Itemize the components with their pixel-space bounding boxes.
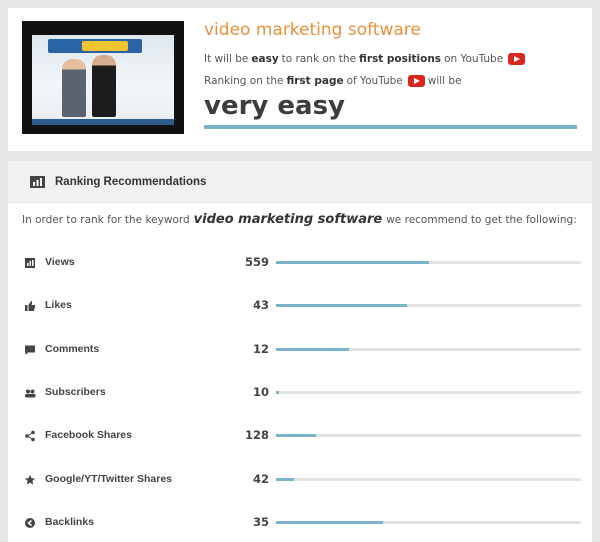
intro-keyword: video marketing software — [193, 212, 383, 227]
metric-progress-fill — [276, 304, 408, 307]
ranking-statement-2: Ranking on the first page of YouTube wil… — [204, 75, 462, 87]
metric-progress-track — [276, 304, 581, 307]
metric-progress-fill — [276, 391, 280, 394]
statement-text: to rank on the — [281, 53, 357, 65]
metric-progress-fill — [276, 348, 350, 351]
star-icon — [24, 474, 36, 485]
metric-progress-fill — [276, 478, 295, 481]
video-sign-accent — [82, 41, 128, 51]
metric-label: Facebook Shares — [45, 429, 132, 441]
thumbs-up-icon — [25, 301, 36, 311]
ranking-title: Ranking Recommendations — [55, 175, 207, 188]
metric-views: Views 559 — [22, 255, 588, 271]
metric-progress-fill — [276, 521, 383, 524]
metric-value: 35 — [252, 515, 269, 529]
intro-text: we recommend to get the following: — [386, 214, 577, 226]
metric-likes: Likes 43 — [22, 298, 588, 314]
metric-progress-fill — [276, 261, 429, 264]
keyword-summary-card: video marketing software It will be easy… — [8, 8, 592, 151]
difficulty-rating: very easy — [204, 91, 346, 121]
metric-progress-track — [276, 434, 581, 437]
statement-bold: first page — [286, 75, 344, 87]
metric-label: Likes — [45, 299, 72, 311]
ranking-statement-1: It will be easy to rank on the first pos… — [204, 53, 526, 65]
intro-text: In order to rank for the keyword — [22, 214, 190, 226]
ranking-recommendations-card: Ranking Recommendations In order to rank… — [8, 161, 592, 542]
metric-value: 10 — [252, 385, 269, 399]
metric-subscribers: Subscribers 10 — [22, 385, 588, 401]
metric-value: 12 — [252, 342, 269, 356]
metric-label: Views — [45, 256, 75, 268]
statement-text: of YouTube — [346, 75, 403, 87]
metric-facebook-shares: Facebook Shares 128 — [22, 428, 588, 444]
metric-progress-fill — [276, 434, 316, 437]
metric-progress-track — [276, 391, 581, 394]
share-icon — [25, 430, 35, 442]
metric-progress-track — [276, 261, 581, 264]
metric-progress-track — [276, 478, 581, 481]
metric-google-yt-twitter-shares: Google/YT/Twitter Shares 42 — [22, 472, 588, 488]
metric-backlinks: Backlinks 35 — [22, 515, 588, 531]
metric-label: Google/YT/Twitter Shares — [45, 473, 172, 485]
users-icon — [25, 389, 36, 398]
video-desk — [32, 119, 174, 125]
metric-label: Backlinks — [45, 516, 95, 528]
chart-icon — [25, 258, 35, 268]
metric-value: 128 — [244, 428, 269, 442]
ranking-header: Ranking Recommendations — [8, 161, 592, 203]
statement-bold: first positions — [359, 53, 442, 65]
metric-value: 559 — [244, 255, 269, 269]
metric-progress-track — [276, 348, 581, 351]
metric-label: Comments — [45, 343, 100, 355]
statement-text: It will be — [204, 53, 249, 65]
backlink-icon — [25, 518, 35, 528]
presenter-left — [62, 59, 86, 117]
comment-icon — [25, 345, 35, 355]
youtube-play-icon — [508, 53, 526, 65]
presenter-right — [92, 55, 116, 117]
ranking-intro: In order to rank for the keyword video m… — [22, 212, 577, 227]
metric-value: 43 — [252, 298, 269, 312]
video-thumbnail[interactable] — [22, 21, 184, 134]
statement-text: on YouTube — [444, 53, 504, 65]
metric-comments: Comments 12 — [22, 342, 588, 358]
statement-bold: easy — [251, 53, 279, 65]
metric-progress-track — [276, 521, 581, 524]
bar-chart-icon — [30, 175, 45, 188]
difficulty-bar — [204, 125, 577, 129]
metric-label: Subscribers — [45, 386, 106, 398]
metric-value: 42 — [252, 472, 269, 486]
keyword-title: video marketing software — [204, 20, 421, 40]
youtube-play-icon — [407, 75, 425, 87]
statement-text: Ranking on the — [204, 75, 284, 87]
statement-text: will be — [427, 75, 462, 87]
